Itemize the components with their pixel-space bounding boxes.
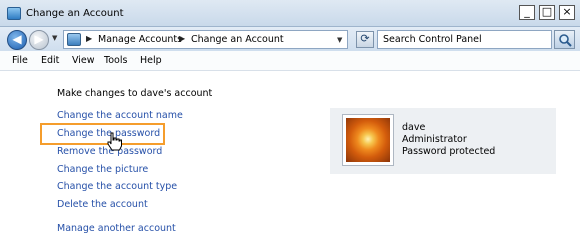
breadcrumb-separator-icon[interactable]: ▶ (86, 34, 92, 43)
menu-help[interactable]: Help (140, 55, 162, 66)
forward-arrow-icon: ▶ (34, 32, 44, 46)
refresh-button[interactable]: ⟳ (356, 31, 374, 48)
highlight-box (40, 123, 165, 145)
page-heading: Make changes to dave's account (57, 88, 213, 99)
close-button[interactable]: × (559, 5, 575, 20)
forward-button[interactable]: ▶ (29, 30, 49, 50)
account-picture (342, 114, 394, 166)
change-picture-link[interactable]: Change the picture (57, 164, 148, 175)
breadcrumb-change-account[interactable]: Change an Account (191, 34, 284, 45)
account-type: Administrator (402, 134, 467, 145)
title-bar: Change an Account _ □ × (0, 0, 580, 27)
manage-another-account-link[interactable]: Manage another account (57, 223, 176, 234)
control-panel-window: Change an Account _ □ × ◀ ▶ ▼ ▶ Manage A… (0, 0, 580, 244)
address-dropdown-icon[interactable]: ▼ (337, 36, 342, 44)
window-title: Change an Account (26, 8, 124, 19)
back-button[interactable]: ◀ (7, 30, 27, 50)
refresh-icon: ⟳ (360, 32, 370, 45)
control-panel-icon (7, 7, 21, 20)
menu-view[interactable]: View (72, 55, 95, 66)
change-account-type-link[interactable]: Change the account type (57, 181, 177, 192)
change-account-name-link[interactable]: Change the account name (57, 110, 183, 121)
account-card: dave Administrator Password protected (330, 108, 556, 174)
minimize-button[interactable]: _ (519, 5, 535, 20)
search-button[interactable] (554, 30, 575, 49)
delete-account-link[interactable]: Delete the account (57, 199, 148, 210)
back-arrow-icon: ◀ (12, 32, 22, 46)
menu-file[interactable]: File (12, 55, 28, 66)
breadcrumb-manage-accounts[interactable]: Manage Accounts (98, 34, 182, 45)
search-input[interactable]: Search Control Panel (377, 30, 552, 49)
address-bar: ◀ ▶ ▼ ▶ Manage Accounts ▶ Change an Acco… (0, 27, 580, 51)
menu-tools[interactable]: Tools (104, 55, 127, 66)
search-placeholder: Search Control Panel (383, 34, 482, 45)
magnifier-icon (559, 34, 572, 47)
account-status: Password protected (402, 146, 496, 157)
maximize-button[interactable]: □ (539, 5, 555, 20)
address-field[interactable]: ▶ Manage Accounts ▶ Change an Account ▼ (63, 30, 348, 49)
control-panel-icon (67, 33, 81, 46)
account-name: dave (402, 122, 426, 133)
flower-picture-icon (346, 118, 390, 162)
breadcrumb-separator-icon[interactable]: ▶ (179, 34, 185, 43)
menu-edit[interactable]: Edit (41, 55, 59, 66)
hand-cursor-icon (107, 132, 122, 151)
menu-bar: File Edit View Tools Help (0, 51, 580, 71)
recent-pages-dropdown-icon[interactable]: ▼ (52, 34, 57, 42)
